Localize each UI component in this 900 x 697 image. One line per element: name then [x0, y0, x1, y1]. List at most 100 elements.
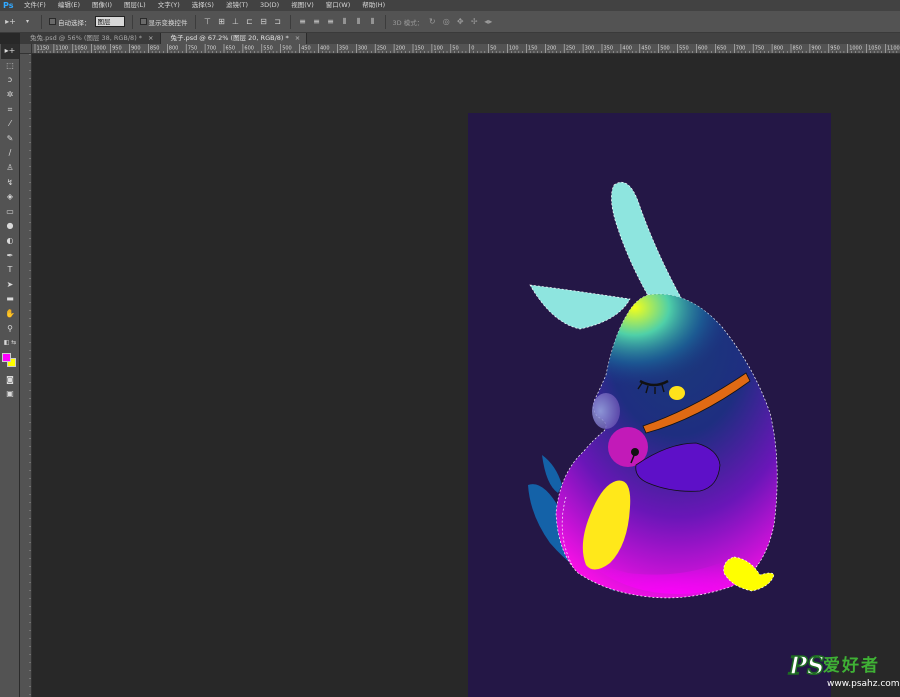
distribute-vcenter-icon[interactable]: ≡	[312, 17, 322, 27]
app-logo: Ps	[3, 1, 14, 10]
ruler-left[interactable]	[20, 54, 32, 697]
ruler-left-ticks	[20, 54, 31, 697]
menu-edit[interactable]: 编辑(E)	[52, 0, 86, 11]
3d-rotate-icon[interactable]: ↻	[427, 17, 437, 27]
menu-window[interactable]: 窗口(W)	[320, 0, 357, 11]
align-vcenter-icon[interactable]: ⊞	[217, 17, 227, 27]
gradient-tool-icon[interactable]: ▭	[1, 205, 19, 220]
move-tool-icon[interactable]: ▸+	[1, 44, 19, 59]
auto-select-dropdown[interactable]: 图层	[94, 16, 125, 27]
show-transform-check-icon[interactable]	[139, 18, 147, 25]
menu-select[interactable]: 选择(S)	[186, 0, 220, 11]
pen-tool-icon[interactable]: ✒	[1, 248, 19, 263]
ruler-label: 700	[207, 46, 217, 52]
type-tool-icon[interactable]: T	[1, 263, 19, 278]
watermark-url: www.psahz.com	[827, 679, 900, 689]
3d-scale-icon[interactable]: ◂▸	[483, 17, 493, 27]
dodge-tool-icon[interactable]: ◐	[1, 234, 19, 249]
ruler-label: 250	[377, 46, 387, 52]
history-brush-icon[interactable]: ↯	[1, 175, 19, 190]
menu-view[interactable]: 视图(V)	[285, 0, 320, 11]
default-colors-icon[interactable]: ◧ ⇆	[1, 336, 19, 351]
menu-filter[interactable]: 滤镜(T)	[220, 0, 254, 11]
auto-select-checkbox[interactable]: 自动选择：	[49, 17, 91, 27]
ruler-label: 150	[528, 46, 538, 52]
brush-tool-icon[interactable]: ∕	[1, 146, 19, 161]
menu-type[interactable]: 文字(Y)	[152, 0, 186, 11]
blur-tool-icon[interactable]: ●	[1, 219, 19, 234]
ruler-label: 800	[169, 46, 179, 52]
menu-help[interactable]: 帮助(H)	[356, 0, 391, 11]
align-hcenter-icon[interactable]: ⊟	[259, 17, 269, 27]
lasso-tool-icon[interactable]: ↄ	[1, 73, 19, 88]
ruler-label: 650	[717, 46, 727, 52]
show-transform-checkbox[interactable]: 显示变换控件	[139, 17, 188, 27]
tab-document-1[interactable]: 兔兔.psd @ 56% (图层 38, RGB/8) * ×	[20, 33, 161, 44]
close-icon[interactable]: ×	[148, 33, 153, 44]
tab-document-2[interactable]: 兔子.psd @ 67.2% (图层 20, RGB/8) * ×	[160, 33, 308, 44]
close-icon[interactable]: ×	[295, 33, 300, 44]
magic-wand-icon[interactable]: ✲	[1, 88, 19, 103]
ruler-label: 450	[641, 46, 651, 52]
menu-image[interactable]: 图像(I)	[86, 0, 118, 11]
auto-select-label: 自动选择：	[58, 18, 91, 27]
align-top-icon[interactable]: ⊤	[203, 17, 213, 27]
hand-tool-icon[interactable]: ✋	[1, 307, 19, 322]
screen-mode-icon[interactable]: ▣	[1, 387, 19, 402]
marquee-tool-icon[interactable]: ⬚	[1, 59, 19, 74]
ruler-label: 0	[471, 46, 474, 52]
toolbox: ▸+ ⬚ ↄ ✲ ⌗ ⁄ ✎ ∕ ♙ ↯ ◈ ▭ ● ◐ ✒ T ➤ ▬ ✋ ⚲…	[0, 44, 20, 697]
show-transform-label: 显示变换控件	[148, 18, 188, 27]
align-bottom-icon[interactable]: ⊥	[231, 17, 241, 27]
watermark: PS 爱好者 www.psahz.com	[788, 653, 899, 694]
3d-drag-icon[interactable]: ✥	[455, 17, 465, 27]
menu-layer[interactable]: 图层(L)	[118, 0, 152, 11]
distribute-hcenter-icon[interactable]: ⦀	[354, 17, 364, 27]
preset-dropdown-icon[interactable]: ▾	[21, 15, 34, 28]
eraser-icon[interactable]: ◈	[1, 190, 19, 205]
distribute-left-icon[interactable]: ⦀	[340, 17, 350, 27]
ruler-label: 650	[226, 46, 236, 52]
tab-label: 兔兔.psd @ 56% (图层 38, RGB/8) *	[30, 34, 143, 42]
auto-select-check-icon[interactable]	[49, 18, 56, 25]
rabbit-artwork[interactable]	[468, 113, 831, 697]
ruler-origin[interactable]	[20, 44, 32, 54]
align-right-icon[interactable]: ⊐	[273, 17, 283, 27]
clone-stamp-icon[interactable]: ♙	[1, 161, 19, 176]
distribute-bottom-icon[interactable]: ≡	[326, 17, 336, 27]
ruler-label: 50	[452, 46, 458, 52]
crop-tool-icon[interactable]: ⌗	[1, 102, 19, 117]
3d-roll-icon[interactable]: ◎	[441, 17, 451, 27]
menu-3d[interactable]: 3D(D)	[254, 0, 285, 11]
healing-brush-icon[interactable]: ✎	[1, 132, 19, 147]
ruler-label: 50	[490, 46, 496, 52]
distribute-top-icon[interactable]: ≡	[298, 17, 308, 27]
ruler-label: 950	[112, 46, 122, 52]
align-left-icon[interactable]: ⊏	[245, 17, 255, 27]
foreground-color-swatch[interactable]	[2, 353, 11, 363]
ruler-label: 1100	[887, 46, 900, 52]
menu-file[interactable]: 文件(F)	[18, 0, 52, 11]
ruler-label: 500	[282, 46, 292, 52]
ruler-top-ticks: 1150 1100 1050 1000 950 900 850 800 750 700 650 600…	[34, 44, 900, 53]
ruler-label: 850	[150, 46, 160, 52]
ruler-label: 200	[547, 46, 557, 52]
ruler-label: 100	[509, 46, 519, 52]
3d-slide-icon[interactable]: ✢	[469, 17, 479, 27]
options-bar: ▸+ ▾ 自动选择： 图层 显示变换控件 ⊤ ⊞ ⊥ ⊏ ⊟ ⊐ ≡ ≡ ≡ ⦀…	[0, 11, 900, 33]
path-selection-icon[interactable]: ➤	[1, 278, 19, 293]
move-tool-preset-icon[interactable]: ▸+	[4, 15, 17, 28]
rectangle-tool-icon[interactable]: ▬	[1, 292, 19, 307]
ruler-top[interactable]: 1150 1100 1050 1000 950 900 850 800 750 700 650 600…	[32, 44, 900, 54]
ruler-label: 250	[566, 46, 576, 52]
zoom-tool-icon[interactable]: ⚲	[1, 321, 19, 336]
3d-mode-label: 3D 模式：	[392, 18, 424, 27]
eyedropper-icon[interactable]: ⁄	[1, 117, 19, 132]
rabbit-cheek	[592, 393, 620, 429]
distribute-right-icon[interactable]: ⦀	[368, 17, 378, 27]
tab-label: 兔子.psd @ 67.2% (图层 20, RGB/8) *	[170, 34, 289, 42]
ruler-label: 600	[244, 46, 254, 52]
quick-mask-icon[interactable]: ◙	[1, 372, 19, 387]
watermark-cn: 爱好者	[823, 656, 880, 676]
ruler-label: 300	[358, 46, 368, 52]
